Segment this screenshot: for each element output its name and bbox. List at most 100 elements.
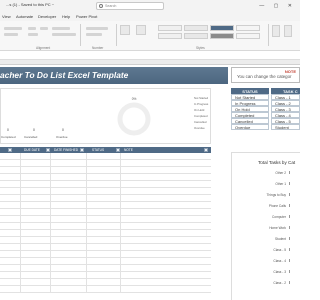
ribbon-control[interactable] xyxy=(28,33,38,36)
cell-style-accent[interactable] xyxy=(210,25,234,31)
bar-mark xyxy=(289,237,290,240)
bar-category-label: Class - 5 xyxy=(273,248,286,252)
search-input[interactable]: Search xyxy=(96,2,164,10)
bar-mark xyxy=(289,204,290,207)
table-row[interactable] xyxy=(0,202,211,209)
bar-category-label: Phone Calls xyxy=(268,204,286,208)
bar-mark xyxy=(289,215,290,218)
due-date-header: DUE DATE xyxy=(24,147,40,152)
ribbon-control[interactable] xyxy=(86,33,102,36)
category-item[interactable]: Class - 2 xyxy=(271,100,300,106)
bar-mark xyxy=(289,259,290,262)
format-as-table-button[interactable] xyxy=(136,25,146,35)
table-row[interactable] xyxy=(0,188,211,195)
table-row[interactable] xyxy=(0,209,211,216)
bar-category-label: Home Work xyxy=(269,226,286,230)
note-header: NOTE xyxy=(124,147,133,152)
menu-item-view[interactable]: View xyxy=(2,14,11,19)
bar-category-label: Class - 4 xyxy=(273,259,286,263)
cell-style-normal[interactable] xyxy=(158,25,182,31)
category-item[interactable]: Class - 5 xyxy=(271,118,300,124)
status-item[interactable]: Cancelled xyxy=(231,118,269,124)
date-finished-header: DATE FINISHED xyxy=(54,147,79,152)
menu-item-help[interactable]: Help xyxy=(62,14,70,19)
table-row[interactable] xyxy=(0,153,211,160)
merge-center-button[interactable] xyxy=(52,33,76,36)
bar-category-label: Things to Buy xyxy=(266,193,287,197)
status-donut-chart[interactable]: 0% xyxy=(86,96,182,138)
filter-dropdown-icon[interactable] xyxy=(46,147,50,152)
category-item[interactable]: Class - 4 xyxy=(271,112,300,118)
menu-item-automate[interactable]: Automate xyxy=(16,14,33,19)
search-placeholder: Search xyxy=(105,4,117,8)
table-row[interactable] xyxy=(0,216,211,223)
bar-mark xyxy=(289,270,290,273)
cell-style[interactable] xyxy=(158,33,182,39)
conditional-formatting-button[interactable] xyxy=(120,25,130,35)
category-item[interactable]: Class - 1 xyxy=(271,94,300,100)
cancelled-count-label: Cancelled xyxy=(24,135,38,139)
status-item[interactable]: Not Started xyxy=(231,94,269,100)
bar-chart-title: Total Tasks by Cat xyxy=(258,160,296,165)
table-row[interactable] xyxy=(0,174,211,181)
completed-count-label: Completed xyxy=(1,135,16,139)
cell-style[interactable] xyxy=(236,33,260,39)
bar-mark xyxy=(289,226,290,229)
wrap-text-button[interactable] xyxy=(52,27,70,30)
category-item[interactable]: Student xyxy=(271,124,300,130)
status-item[interactable]: In Progress xyxy=(231,100,269,106)
category-item[interactable]: Class - 3 xyxy=(271,106,300,112)
delete-cells-button[interactable] xyxy=(284,25,292,37)
overdue-count-label: Overdue xyxy=(56,135,68,139)
cell-style[interactable] xyxy=(184,25,208,31)
filter-dropdown-icon[interactable] xyxy=(204,147,208,152)
table-row[interactable] xyxy=(0,223,211,230)
completed-count: 0 xyxy=(7,128,9,132)
table-row[interactable] xyxy=(0,181,211,188)
table-row[interactable] xyxy=(0,251,211,258)
cell-style[interactable] xyxy=(184,33,208,39)
table-row[interactable] xyxy=(0,195,211,202)
number-format-dropdown[interactable] xyxy=(86,27,108,30)
ribbon-control[interactable] xyxy=(28,27,36,30)
ribbon-group-label-number: Number xyxy=(92,46,104,50)
bar-category-label: Computer xyxy=(272,215,286,219)
ribbon-control[interactable] xyxy=(40,27,48,30)
cell-style-dark[interactable] xyxy=(210,33,234,39)
cell-style[interactable] xyxy=(236,25,260,31)
status-item[interactable]: On Hold xyxy=(231,106,269,112)
table-row[interactable] xyxy=(0,237,211,244)
table-row[interactable] xyxy=(0,279,211,286)
filter-dropdown-icon[interactable] xyxy=(116,147,120,152)
status-header: STATUS xyxy=(92,147,105,152)
table-row[interactable] xyxy=(0,244,211,251)
table-row[interactable] xyxy=(0,286,211,293)
table-row[interactable] xyxy=(0,265,211,272)
menu-item-developer[interactable]: Developer xyxy=(38,14,56,19)
legend-in-progress: In Progress xyxy=(194,102,209,106)
window-controls[interactable]: — ▢ ✕ xyxy=(259,3,296,9)
bar-category-label: Other 2 xyxy=(275,171,286,175)
ribbon-group-label-alignment: Alignment xyxy=(36,46,51,50)
search-icon xyxy=(99,4,103,8)
ribbon-control[interactable] xyxy=(4,33,18,36)
bar-mark xyxy=(289,171,290,174)
table-row[interactable] xyxy=(0,230,211,237)
table-row[interactable] xyxy=(0,160,211,167)
status-item[interactable]: Overdue xyxy=(231,124,269,130)
table-row[interactable] xyxy=(0,272,211,279)
table-row[interactable] xyxy=(0,258,211,265)
bar-mark xyxy=(289,193,290,196)
filter-dropdown-icon[interactable] xyxy=(8,147,12,152)
overdue-count: 0 xyxy=(62,128,64,132)
ribbon: Alignment Number Styles xyxy=(0,21,300,51)
ribbon-control[interactable] xyxy=(4,27,22,30)
formula-bar[interactable] xyxy=(0,51,300,60)
bar-mark xyxy=(289,248,290,251)
insert-cells-button[interactable] xyxy=(272,25,280,37)
filter-dropdown-icon[interactable] xyxy=(80,147,84,152)
menu-item-power-pivot[interactable]: Power Pivot xyxy=(76,14,97,19)
status-item[interactable]: Completed xyxy=(231,112,269,118)
page-title: acher To Do List Excel Template xyxy=(0,70,129,80)
table-row[interactable] xyxy=(0,167,211,174)
